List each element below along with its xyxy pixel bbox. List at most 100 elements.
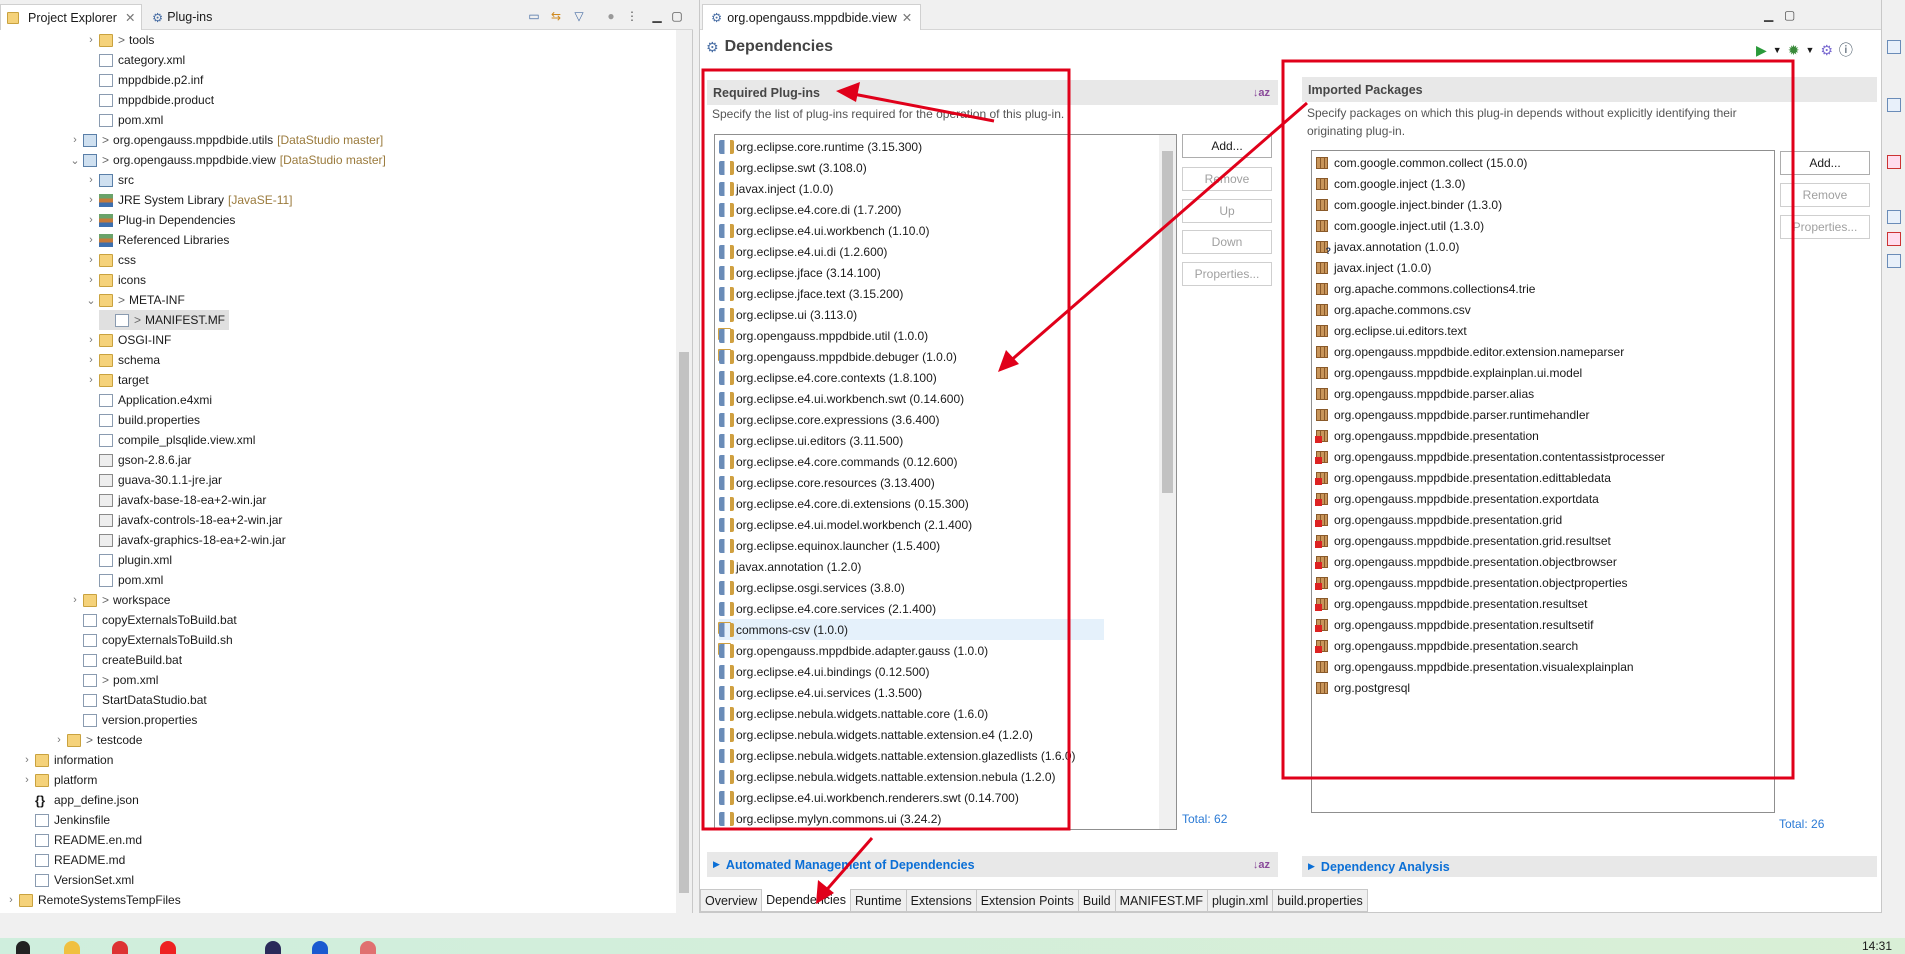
- tree-item[interactable]: copyExternalsToBuild.sh: [67, 630, 237, 650]
- tree-item[interactable]: pom.xml: [83, 110, 167, 130]
- imported-package-item[interactable]: org.opengauss.mppdbide.presentation.edit…: [1315, 467, 1611, 488]
- imported-package-item[interactable]: org.opengauss.mppdbide.presentation.obje…: [1315, 551, 1617, 572]
- tree-item[interactable]: javafx-graphics-18-ea+2-win.jar: [83, 530, 290, 550]
- required-plugin-item[interactable]: org.eclipse.core.resources (3.13.400): [719, 472, 935, 493]
- required-plugin-item[interactable]: org.eclipse.jface.text (3.15.200): [719, 283, 903, 304]
- imported-package-item[interactable]: org.opengauss.mppdbide.presentation.resu…: [1315, 593, 1588, 614]
- imported-package-item[interactable]: org.opengauss.mppdbide.presentation.grid…: [1315, 530, 1611, 551]
- list-scrollbar-thumb[interactable]: [1162, 151, 1173, 493]
- chevron-right-icon[interactable]: ›: [83, 254, 99, 266]
- imported-package-item[interactable]: ? javax.annotation (1.0.0): [1316, 236, 1459, 257]
- tree-item[interactable]: compile_plsqlide.view.xml: [83, 430, 259, 450]
- chevron-right-icon[interactable]: ›: [19, 754, 35, 766]
- required-plugin-item[interactable]: org.eclipse.core.runtime (3.15.300): [719, 136, 922, 157]
- required-plugin-item[interactable]: org.eclipse.e4.core.contexts (1.8.100): [719, 367, 937, 388]
- tree-scrollbar-thumb[interactable]: [679, 352, 689, 893]
- chevron-down-icon[interactable]: ⌄: [67, 154, 83, 167]
- tree-item[interactable]: > MANIFEST.MF: [99, 310, 230, 330]
- tree-item[interactable]: › target: [83, 370, 153, 390]
- tab-extensions[interactable]: Extensions: [906, 889, 977, 912]
- chevron-right-icon[interactable]: ›: [83, 354, 99, 366]
- chevron-right-icon[interactable]: ›: [83, 234, 99, 246]
- tab-overview[interactable]: Overview: [700, 889, 763, 912]
- imported-package-item[interactable]: com.google.inject (1.3.0): [1316, 173, 1465, 194]
- focus-icon[interactable]: ●: [604, 9, 618, 23]
- tree-item[interactable]: guava-30.1.1-jre.jar: [83, 470, 226, 490]
- view-menu-icon[interactable]: ⋮: [625, 9, 639, 23]
- section-title[interactable]: Automated Management of Dependencies: [726, 858, 975, 872]
- dropdown-icon[interactable]: ▼: [1805, 45, 1814, 55]
- tree-item[interactable]: › schema: [83, 350, 164, 370]
- tree-item[interactable]: › src: [83, 170, 138, 190]
- debug-icon[interactable]: ✹: [1788, 42, 1800, 59]
- help-icon[interactable]: ⓘ: [1839, 40, 1853, 60]
- imported-package-item[interactable]: org.opengauss.mppdbide.parser.alias: [1316, 383, 1534, 404]
- add-button[interactable]: Add...: [1182, 134, 1272, 158]
- tab-plug-ins[interactable]: ⚙ Plug-ins: [146, 4, 218, 30]
- required-plugin-item[interactable]: org.eclipse.e4.core.di (1.7.200): [719, 199, 901, 220]
- chevron-right-icon[interactable]: ›: [67, 134, 83, 146]
- sort-icon[interactable]: ↓az: [1253, 87, 1270, 99]
- maximize-icon[interactable]: ▢: [670, 9, 684, 23]
- imported-package-item[interactable]: com.google.inject.util (1.3.0): [1316, 215, 1484, 236]
- tree-item[interactable]: javafx-controls-18-ea+2-win.jar: [83, 510, 286, 530]
- tree-item[interactable]: createBuild.bat: [67, 650, 186, 670]
- tab-build-properties[interactable]: build.properties: [1273, 889, 1368, 912]
- tree-item[interactable]: › Referenced Libraries: [83, 230, 233, 250]
- tree-item[interactable]: mppdbide.p2.inf: [83, 70, 207, 90]
- close-icon[interactable]: ✕: [902, 10, 912, 25]
- imported-package-item[interactable]: org.opengauss.mppdbide.presentation.grid: [1315, 509, 1562, 530]
- close-icon[interactable]: ✕: [125, 10, 135, 25]
- tab-project-explorer[interactable]: Project Explorer ✕: [0, 4, 143, 30]
- required-plugin-item[interactable]: org.eclipse.e4.ui.workbench.swt (0.14.60…: [719, 388, 964, 409]
- chevron-right-icon[interactable]: ›: [83, 174, 99, 186]
- outline-view-icon[interactable]: [1887, 40, 1901, 54]
- expand-icon[interactable]: ▶: [1308, 861, 1315, 872]
- tree-item[interactable]: mppdbide.product: [83, 90, 218, 110]
- required-plugin-item[interactable]: org.eclipse.nebula.widgets.nattable.core…: [719, 703, 988, 724]
- automated-management-section[interactable]: ▶ Automated Management of Dependencies ↓…: [707, 852, 1278, 877]
- tree-item[interactable]: README.md: [19, 850, 129, 870]
- tree-item[interactable]: › > tools: [83, 30, 158, 50]
- chevron-right-icon[interactable]: ›: [83, 334, 99, 346]
- required-plugin-item[interactable]: org.opengauss.mppdbide.util (1.0.0): [719, 325, 928, 346]
- required-plugin-item[interactable]: org.eclipse.e4.ui.workbench.renderers.sw…: [719, 787, 1019, 808]
- chevron-right-icon[interactable]: ›: [83, 274, 99, 286]
- required-plugin-item[interactable]: javax.inject (1.0.0): [719, 178, 833, 199]
- app-icon[interactable]: [160, 941, 176, 954]
- remove-button[interactable]: Remove: [1182, 167, 1272, 191]
- tree-item[interactable]: version.properties: [67, 710, 201, 730]
- tree-item[interactable]: copyExternalsToBuild.bat: [67, 610, 241, 630]
- chevron-right-icon[interactable]: ›: [83, 214, 99, 226]
- tree-item[interactable]: › RemoteSystemsTempFiles: [3, 890, 185, 910]
- plugin-icon[interactable]: ⚙: [1820, 42, 1833, 59]
- link-with-editor-icon[interactable]: ⇆: [549, 9, 563, 23]
- tab-extension-points[interactable]: Extension Points: [976, 889, 1079, 912]
- required-plugin-item[interactable]: org.eclipse.ui (3.113.0): [719, 304, 857, 325]
- tree-item[interactable]: > pom.xml: [67, 670, 162, 690]
- required-plugin-item[interactable]: org.eclipse.core.expressions (3.6.400): [719, 409, 939, 430]
- tree-item[interactable]: › > workspace: [67, 590, 174, 610]
- tree-item[interactable]: gson-2.8.6.jar: [83, 450, 195, 470]
- dependency-analysis-section[interactable]: ▶ Dependency Analysis: [1302, 856, 1877, 877]
- imported-package-item[interactable]: org.opengauss.mppdbide.presentation.resu…: [1315, 614, 1594, 635]
- required-plugin-item[interactable]: org.eclipse.nebula.widgets.nattable.exte…: [719, 724, 1033, 745]
- tree-item[interactable]: README.en.md: [19, 830, 146, 850]
- imported-package-item[interactable]: org.opengauss.mppdbide.presentation.visu…: [1316, 656, 1634, 677]
- editor-tab[interactable]: ⚙ org.opengauss.mppdbide.view ✕: [702, 4, 922, 30]
- required-plugin-item[interactable]: org.opengauss.mppdbide.adapter.gauss (1.…: [719, 640, 988, 661]
- required-plugin-item[interactable]: org.eclipse.e4.ui.di (1.2.600): [719, 241, 887, 262]
- required-plugin-item[interactable]: org.eclipse.e4.core.di.extensions (0.15.…: [719, 493, 969, 514]
- required-plugin-item[interactable]: org.eclipse.e4.ui.services (1.3.500): [719, 682, 922, 703]
- maximize-icon[interactable]: ▢: [1784, 8, 1795, 22]
- imported-package-item[interactable]: com.google.inject.binder (1.3.0): [1316, 194, 1502, 215]
- start-icon[interactable]: [16, 941, 30, 954]
- tab-plugin-xml[interactable]: plugin.xml: [1207, 889, 1274, 912]
- tree-item[interactable]: javafx-base-18-ea+2-win.jar: [83, 490, 270, 510]
- remove-button[interactable]: Remove: [1780, 183, 1870, 207]
- required-plugin-item[interactable]: org.eclipse.e4.core.commands (0.12.600): [719, 451, 957, 472]
- error-log-icon[interactable]: [1887, 232, 1901, 246]
- tree-item[interactable]: category.xml: [83, 50, 189, 70]
- imported-package-item[interactable]: com.google.common.collect (15.0.0): [1316, 152, 1527, 173]
- tree-item[interactable]: pom.xml: [83, 570, 167, 590]
